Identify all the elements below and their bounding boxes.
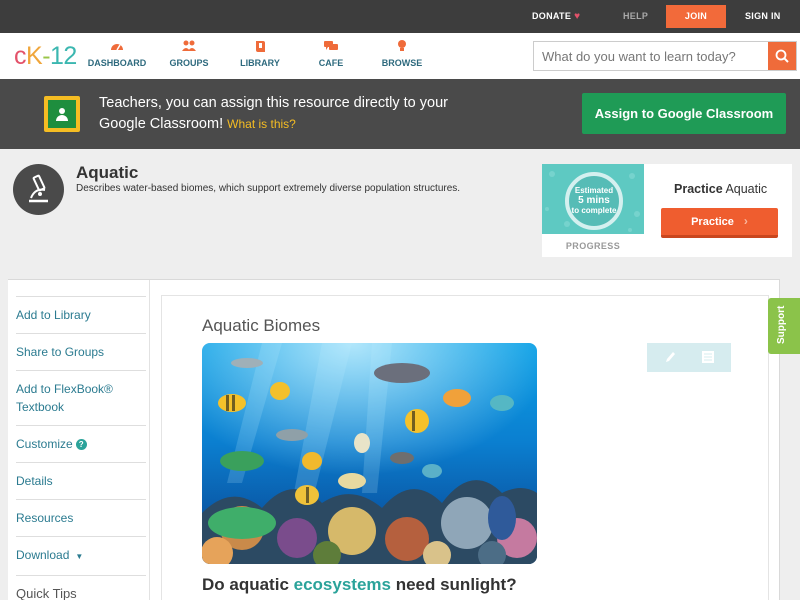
sidebar-item-share-to-groups[interactable]: Share to Groups [16, 333, 146, 370]
join-button[interactable]: JOIN [666, 5, 726, 28]
sidebar-item-resources[interactable]: Resources [16, 499, 146, 536]
nav-dashboard-label: DASHBOARD [87, 58, 147, 68]
section-question: Do aquatic ecosystems need sunlight? [202, 575, 517, 595]
logo-c: c [14, 42, 27, 70]
nav-library[interactable]: LIBRARY [225, 39, 295, 68]
practice-button-label: Practice [691, 216, 734, 228]
support-label: Support [776, 305, 787, 344]
nav-groups-label: GROUPS [169, 58, 209, 68]
top-utility-bar: DONATE ♥ HELP JOIN SIGN IN [0, 0, 800, 33]
search-input[interactable] [534, 42, 768, 70]
practice-heading: Practice Aquatic [674, 182, 767, 196]
donate-label: DONATE [532, 11, 572, 21]
nav-dashboard[interactable]: DASHBOARD [82, 39, 152, 68]
sidebar-item-add-to-library[interactable]: Add to Library [16, 296, 146, 333]
ecosystems-link[interactable]: ecosystems [294, 575, 391, 594]
coral-reef-image [202, 343, 537, 564]
question-post: need sunlight? [390, 575, 517, 594]
sidebar-item-download[interactable]: Download ▼ [16, 536, 146, 575]
heart-icon: ♥ [574, 11, 581, 22]
logo-dash: - [42, 42, 51, 70]
classroom-banner-text: Teachers, you can assign this resource d… [99, 93, 459, 135]
progress-graphic: Estimated 5 mins to complete [542, 164, 644, 234]
library-icon [256, 41, 265, 52]
nav-cafe[interactable]: CAFE [296, 39, 366, 68]
what-is-this-link[interactable]: What is this? [227, 117, 296, 131]
sidebar-item-customize[interactable]: Customize? [16, 425, 146, 462]
practice-heading-bold: Practice [674, 182, 723, 196]
logo-number: 12 [50, 42, 77, 70]
customize-label: Customize [16, 437, 73, 451]
concept-title: Aquatic [76, 163, 139, 182]
nav-browse-label: BROWSE [381, 58, 423, 68]
browse-icon [398, 40, 406, 51]
sidebar-item-add-to-flexbook[interactable]: Add to FlexBook® Textbook [16, 370, 146, 425]
progress-label: PROGRESS [565, 241, 621, 251]
sidebar-item-quick-tips[interactable]: Quick Tips [16, 575, 146, 600]
content-title: Aquatic Biomes [202, 316, 321, 335]
search-icon [775, 49, 789, 63]
estimated-time-ring: Estimated 5 mins to complete [565, 172, 623, 230]
nav-groups[interactable]: GROUPS [154, 39, 224, 68]
dashboard-icon [111, 44, 123, 51]
sidebar-item-details[interactable]: Details [16, 462, 146, 499]
sidebar-list: Add to Library Share to Groups Add to Fl… [16, 296, 146, 600]
donate-link[interactable]: DONATE ♥ [532, 0, 580, 33]
nav-browse[interactable]: BROWSE [367, 39, 437, 68]
nav-library-label: LIBRARY [240, 58, 280, 68]
search-button[interactable] [768, 42, 796, 70]
nav-cafe-label: CAFE [318, 58, 344, 68]
pencil-icon[interactable] [660, 348, 680, 366]
sidebar: Add to Library Share to Groups Add to Fl… [8, 280, 150, 600]
google-classroom-icon [44, 96, 80, 132]
estimate-line-3: to complete [571, 206, 617, 215]
groups-icon [182, 40, 196, 51]
assign-to-google-classroom-button[interactable]: Assign to Google Classroom [582, 93, 786, 134]
cafe-icon [324, 41, 338, 50]
caret-down-icon: ▼ [75, 552, 84, 561]
practice-heading-topic: Aquatic [722, 182, 768, 196]
practice-button[interactable]: Practice › [661, 208, 778, 238]
question-pre: Do aquatic [202, 575, 294, 594]
download-label: Download [16, 548, 70, 562]
support-tab[interactable]: Support [768, 298, 800, 354]
concept-description: Describes water-based biomes, which supp… [76, 183, 461, 194]
search-box [533, 41, 797, 71]
sign-in-link[interactable]: SIGN IN [745, 0, 781, 33]
help-icon[interactable]: ? [75, 439, 87, 450]
chevron-right-icon: › [743, 214, 748, 228]
logo-k: K [26, 42, 43, 70]
help-link[interactable]: HELP [623, 0, 648, 33]
content-tools [647, 343, 731, 372]
main-navbar: cK-12 DASHBOARD GROUPS LIBRARY CAFE BROW… [0, 33, 800, 79]
estimate-line-2: 5 mins [578, 195, 610, 206]
ck12-logo[interactable]: cK-12 [14, 42, 77, 71]
microscope-icon [13, 164, 64, 215]
practice-card: Estimated 5 mins to complete PROGRESS Pr… [542, 164, 792, 257]
notes-icon[interactable] [698, 348, 718, 366]
